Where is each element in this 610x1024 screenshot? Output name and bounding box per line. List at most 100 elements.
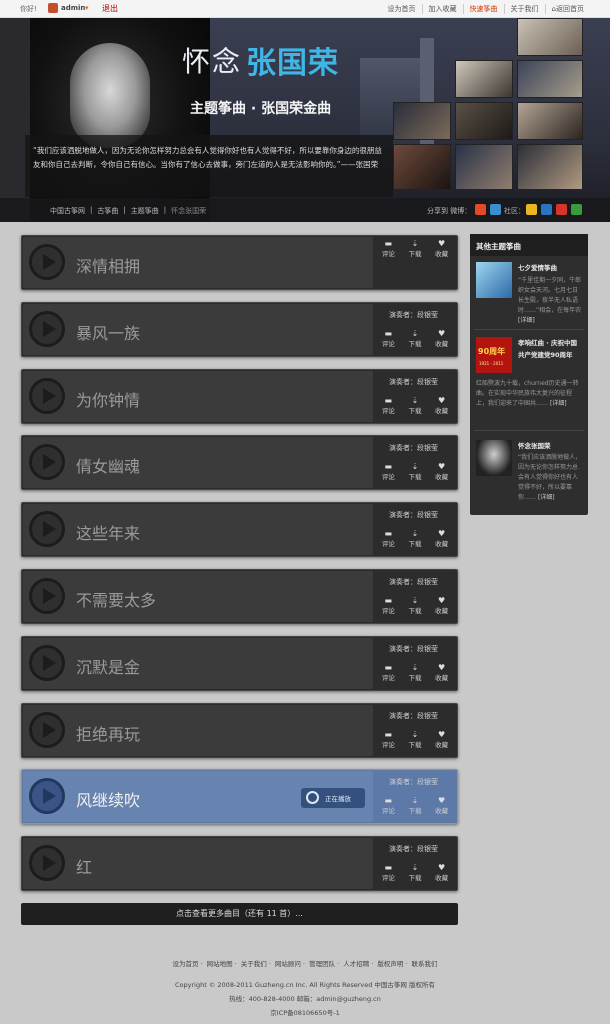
add-favorite-link[interactable]: 加入收藏 (421, 4, 463, 14)
download-button[interactable]: ⇣ 下载 (408, 329, 421, 351)
favorite-button[interactable]: ♥ 收藏 (435, 396, 448, 418)
song-row[interactable]: 暴风一族 演奏者：段银莹 ▬ 评论 ⇣ 下载 ♥ 收藏 (21, 301, 458, 357)
username-menu[interactable]: admin (61, 4, 85, 12)
download-button[interactable]: ⇣ 下载 (408, 396, 421, 418)
heart-icon: ♥ (438, 729, 446, 739)
song-row[interactable]: 倩女幽魂 演奏者：段银莹 ▬ 评论 ⇣ 下载 ♥ 收藏 (21, 435, 458, 491)
tencent-weibo-icon[interactable] (490, 204, 501, 215)
song-title[interactable]: 红 (76, 854, 92, 878)
play-icon[interactable] (29, 310, 65, 347)
sidebar-item-title[interactable]: 孝响红曲 · 庆祝中国共产党建党90周年 (518, 337, 582, 361)
song-row[interactable]: 沉默是金 演奏者：段银莹 ▬ 评论 ⇣ 下载 ♥ 收藏 (21, 635, 458, 691)
song-title[interactable]: 为你钟情 (76, 387, 140, 411)
download-button[interactable]: ⇣ 下载 (408, 796, 421, 818)
footer-link[interactable]: 关于我们 (239, 960, 269, 968)
song-row[interactable]: 不需要太多 演奏者：段银莹 ▬ 评论 ⇣ 下载 ♥ 收藏 (21, 569, 458, 624)
song-title[interactable]: 沉默是金 (76, 654, 140, 678)
comment-button[interactable]: ▬ 评论 (382, 796, 395, 818)
download-button[interactable]: ⇣ 下载 (408, 730, 421, 752)
song-row-playing[interactable]: 风继续吹 演奏者：段银莹 正在播放 ▬ 评论 ⇣ 下载 ♥ 收藏 (21, 769, 458, 825)
comment-button[interactable]: ▬ 评论 (382, 329, 395, 351)
sidebar-item-title[interactable]: 怀念张国荣 (518, 440, 582, 452)
footer-link[interactable]: 设为首页 (171, 960, 201, 968)
download-button[interactable]: ⇣ 下载 (408, 863, 421, 885)
comment-button[interactable]: ▬ 评论 (382, 396, 395, 418)
download-button[interactable]: ⇣ 下载 (408, 596, 421, 618)
favorite-button[interactable]: ♥ 收藏 (435, 239, 448, 261)
favorite-label: 收藏 (435, 807, 449, 816)
footer-link[interactable]: 管理团队 (307, 960, 337, 968)
sidebar-item-more[interactable]: [详细] (538, 494, 555, 501)
download-button[interactable]: ⇣ 下载 (408, 663, 421, 685)
song-title[interactable]: 这些年来 (76, 520, 140, 544)
sidebar-item-more[interactable]: [详细] (518, 317, 535, 324)
footer-icp[interactable]: 京ICP备08106650号-1 (0, 1007, 610, 1017)
sidebar-item[interactable]: 七夕爱情筝曲 “千里佳期一夕同，牛郎织女会天河。七月七日长生殿，夜半无人私语时…… (474, 262, 584, 324)
sidebar-item-title[interactable]: 七夕爱情筝曲 (518, 262, 582, 274)
breadcrumb-home[interactable]: 中国古筝网 (50, 206, 85, 216)
sidebar-item-image[interactable] (476, 262, 512, 298)
sidebar-item[interactable]: 怀念张国荣 “我们应该洒脱地做人，因为无论你怎样努力总会有人觉得你好也有人觉得不… (474, 440, 584, 501)
breadcrumb-theme[interactable]: 主题筝曲 (131, 206, 159, 216)
song-actions: ▬ 评论 ⇣ 下载 ♥ 收藏 (375, 529, 455, 551)
favorite-button[interactable]: ♥ 收藏 (435, 462, 448, 484)
footer-link[interactable]: 网站地图 (205, 960, 235, 968)
favorite-button[interactable]: ♥ 收藏 (435, 796, 448, 818)
play-icon[interactable] (29, 244, 65, 280)
chevron-down-icon[interactable]: ▾ (85, 4, 89, 12)
play-icon[interactable] (29, 845, 65, 882)
song-row[interactable]: 红 演奏者：段银莹 ▬ 评论 ⇣ 下载 ♥ 收藏 (21, 836, 458, 892)
song-row[interactable]: 这些年来 演奏者：段银莹 ▬ 评论 ⇣ 下载 ♥ 收藏 (21, 502, 458, 558)
song-title[interactable]: 不需要太多 (76, 587, 156, 611)
download-button[interactable]: ⇣ 下载 (408, 462, 421, 484)
play-icon[interactable] (29, 578, 65, 614)
footer-link[interactable]: 版权声明 (375, 960, 405, 968)
about-link[interactable]: 关于我们 (503, 4, 545, 14)
douban-icon[interactable] (571, 204, 582, 215)
comment-button[interactable]: ▬ 评论 (382, 529, 395, 551)
play-icon[interactable] (29, 377, 65, 414)
set-homepage-link[interactable]: 设为首页 (382, 4, 422, 14)
comment-button[interactable]: ▬ 评论 (382, 663, 395, 685)
comment-button[interactable]: ▬ 评论 (382, 596, 395, 618)
comment-button[interactable]: ▬ 评论 (382, 863, 395, 885)
kaixin-icon[interactable] (556, 204, 567, 215)
comment-button[interactable]: ▬ 评论 (382, 239, 395, 261)
sidebar-item-more[interactable]: [详细] (550, 400, 567, 407)
favorite-button[interactable]: ♥ 收藏 (435, 596, 448, 618)
sidebar-item-image[interactable]: 90周年 1921 - 2011 (476, 337, 512, 373)
download-button[interactable]: ⇣ 下载 (408, 239, 421, 261)
play-icon[interactable] (29, 511, 65, 548)
song-title[interactable]: 暴风一族 (76, 320, 140, 344)
favorite-button[interactable]: ♥ 收藏 (435, 529, 448, 551)
comment-button[interactable]: ▬ 评论 (382, 462, 395, 484)
quick-songs-link[interactable]: 快速筝曲 (462, 4, 504, 14)
song-row[interactable]: 为你钟情 演奏者：段银莹 ▬ 评论 ⇣ 下载 ♥ 收藏 (21, 368, 458, 424)
back-home-link[interactable]: ⌂返回首页 (544, 4, 590, 14)
qzone-icon[interactable] (526, 204, 537, 215)
download-button[interactable]: ⇣ 下载 (408, 529, 421, 551)
song-title[interactable]: 深情相拥 (76, 253, 140, 277)
song-title[interactable]: 拒绝再玩 (76, 721, 140, 745)
renren-icon[interactable] (541, 204, 552, 215)
sina-weibo-icon[interactable] (475, 204, 486, 215)
more-songs-button[interactable]: 点击查看更多曲目（还有 11 首）... (21, 903, 458, 925)
breadcrumb-songs[interactable]: 古筝曲 (97, 206, 118, 216)
song-title[interactable]: 倩女幽魂 (76, 453, 140, 477)
play-icon[interactable] (29, 644, 65, 681)
comment-button[interactable]: ▬ 评论 (382, 730, 395, 752)
footer-link[interactable]: 网站顾问 (273, 960, 303, 968)
song-row[interactable]: 深情相拥 ▬ 评论 ⇣ 下载 ♥ 收藏 (21, 235, 458, 290)
song-row[interactable]: 拒绝再玩 演奏者：段银莹 ▬ 评论 ⇣ 下载 ♥ 收藏 (21, 702, 458, 758)
favorite-button[interactable]: ♥ 收藏 (435, 730, 448, 752)
favorite-button[interactable]: ♥ 收藏 (435, 863, 448, 885)
song-title[interactable]: 风继续吹 (76, 787, 140, 811)
sidebar-item-image[interactable] (476, 440, 512, 476)
sidebar-item[interactable]: 90周年 1921 - 2011 孝响红曲 · 庆祝中国共产党建党90周年 红船… (474, 337, 584, 417)
play-icon[interactable] (29, 711, 65, 748)
favorite-button[interactable]: ♥ 收藏 (435, 663, 448, 685)
footer-link[interactable]: 联系我们 (409, 960, 439, 968)
logout-link[interactable]: 退出 (102, 3, 118, 14)
footer-link[interactable]: 人才招聘 (341, 960, 371, 968)
favorite-button[interactable]: ♥ 收藏 (435, 329, 448, 351)
